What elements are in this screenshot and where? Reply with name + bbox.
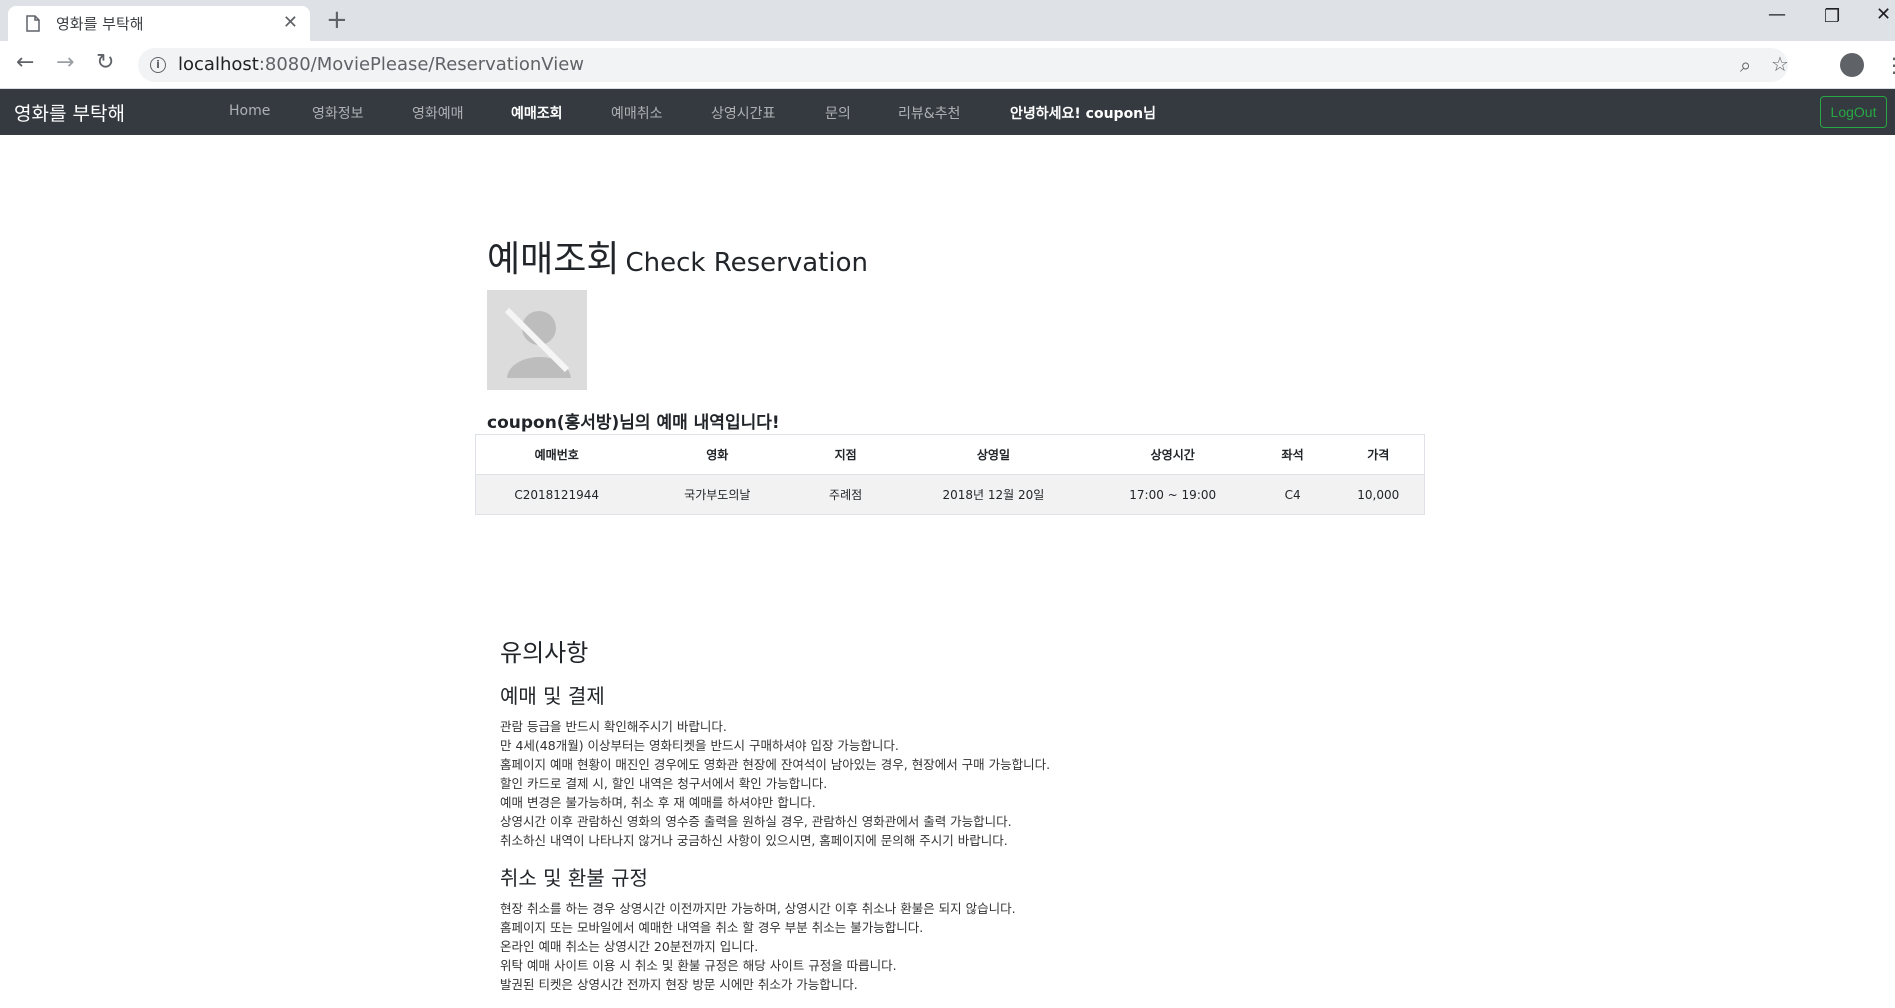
star-icon[interactable]: ☆: [1771, 52, 1789, 76]
site-navbar: 영화를 부탁해 Home 영화정보 영화예매 예매조회 예매취소 상영시간표 문…: [0, 89, 1895, 135]
notice-section: 유의사항 예매 및 결제 관람 등급을 반드시 확인해주시기 바랍니다. 만 4…: [500, 633, 1500, 1006]
notice-title: 유의사항: [500, 639, 589, 667]
info-icon[interactable]: i: [150, 57, 166, 73]
page-title: 예매조회 Check Reservation: [487, 230, 868, 282]
url-path: :8080/MoviePlease/ReservationView: [258, 54, 584, 75]
cell-date: 2018년 12월 20일: [894, 474, 1093, 515]
col-movie: 영화: [637, 434, 798, 475]
page-title-ko: 예매조회: [487, 239, 620, 280]
close-tab-icon[interactable]: ✕: [283, 12, 298, 33]
table-row: C2018121944 국가부도의날 주례점 2018년 12월 20일 17:…: [475, 474, 1425, 515]
forward-icon[interactable]: →: [56, 50, 74, 75]
col-time: 상영시간: [1092, 434, 1253, 475]
profile-icon[interactable]: [1840, 53, 1864, 77]
new-tab-icon[interactable]: +: [326, 6, 348, 34]
cell-seat: C4: [1252, 474, 1333, 515]
col-reservation-no: 예매번호: [475, 434, 638, 475]
avatar-placeholder-icon: [487, 290, 587, 390]
back-icon[interactable]: ←: [16, 50, 34, 75]
nav-check-reservation[interactable]: 예매조회: [511, 103, 563, 123]
browser-tabbar: 영화를 부탁해 ✕ + — ❐ ✕: [0, 0, 1895, 41]
menu-icon[interactable]: ⋮: [1884, 53, 1895, 77]
nav-cancel[interactable]: 예매취소: [611, 103, 663, 123]
notice-refund-block: 취소 및 환불 규정 현장 취소를 하는 경우 상영시간 이전까지만 가능하며,…: [500, 862, 1500, 994]
url-input[interactable]: i localhost:8080/MoviePlease/Reservation…: [138, 48, 1789, 82]
restore-icon[interactable]: ❐: [1824, 6, 1840, 27]
close-window-icon[interactable]: ✕: [1876, 4, 1891, 25]
reload-icon[interactable]: ↻: [96, 50, 114, 75]
notice-line: 위탁 예매 사이트 이용 시 취소 및 환불 규정은 해당 사이트 규정을 따릅…: [500, 958, 897, 973]
page-title-en: Check Reservation: [625, 248, 868, 278]
notice-line: 할인 카드로 결제 시, 할인 내역은 청구서에서 확인 가능합니다.: [500, 776, 828, 791]
notice-line: 만 4세(48개월) 이상부터는 영화티켓을 반드시 구매하셔야 입장 가능합니…: [500, 738, 899, 753]
reservation-table: 예매번호 영화 지점 상영일 상영시간 좌석 가격 C2018121944 국가…: [475, 434, 1425, 515]
notice-line: 발권된 티켓은 상영시간 전까지 현장 방문 시에만 취소가 가능합니다.: [500, 977, 858, 992]
cell-time: 17:00 ~ 19:00: [1092, 474, 1253, 515]
nav-home[interactable]: Home: [229, 103, 270, 119]
zoom-icon[interactable]: ⌕: [1740, 53, 1751, 77]
nav-inquiry[interactable]: 문의: [825, 103, 851, 123]
cell-branch: 주례점: [797, 474, 895, 515]
nav-schedule[interactable]: 상영시간표: [711, 103, 775, 123]
cell-movie: 국가부도의날: [637, 474, 798, 515]
browser-tab[interactable]: 영화를 부탁해 ✕: [8, 6, 310, 41]
cell-reservation-no: C2018121944: [475, 474, 638, 515]
notice-line: 홈페이지 또는 모바일에서 예매한 내역을 취소 할 경우 부분 취소는 불가능…: [500, 920, 924, 935]
cell-price: 10,000: [1332, 474, 1425, 515]
notice-line: 홈페이지 예매 현황이 매진인 경우에도 영화관 현장에 잔여석이 남아있는 경…: [500, 757, 1051, 772]
col-date: 상영일: [894, 434, 1093, 475]
notice-line: 현장 취소를 하는 경우 상영시간 이전까지만 가능하며, 상영시간 이후 취소…: [500, 901, 1016, 916]
col-branch: 지점: [797, 434, 895, 475]
notice-line: 예매 변경은 불가능하며, 취소 후 재 예매를 하셔야만 합니다.: [500, 795, 816, 810]
address-bar: ← → ↻ i localhost:8080/MoviePlease/Reser…: [0, 41, 1895, 89]
user-greeting: 안녕하세요! coupon님: [1010, 106, 1157, 122]
url-host: localhost: [178, 54, 259, 75]
notice-line: 관람 등급을 반드시 확인해주시기 바랍니다.: [500, 719, 727, 734]
reservation-subtitle: coupon(홍서방)님의 예매 내역입니다!: [487, 413, 780, 433]
notice-line: 온라인 예매 취소는 상영시간 20분전까지 입니다.: [500, 939, 759, 954]
notice-booking-heading: 예매 및 결제: [500, 684, 605, 708]
notice-line: 취소하신 내역이 나타나지 않거나 궁금하신 사항이 있으시면, 홈페이지에 문…: [500, 833, 1008, 848]
brand-link[interactable]: 영화를 부탁해: [14, 99, 125, 126]
logout-button[interactable]: LogOut: [1820, 96, 1887, 128]
notice-refund-heading: 취소 및 환불 규정: [500, 866, 648, 890]
nav-booking[interactable]: 영화예매: [412, 103, 464, 123]
table-header-row: 예매번호 영화 지점 상영일 상영시간 좌석 가격: [475, 434, 1425, 475]
col-price: 가격: [1332, 434, 1425, 475]
notice-line: 상영시간 이후 관람하신 영화의 영수증 출력을 원하실 경우, 관람하신 영화…: [500, 814, 1012, 829]
document-icon: [26, 15, 40, 32]
tab-title: 영화를 부탁해: [56, 15, 144, 33]
nav-movie-info[interactable]: 영화정보: [312, 103, 364, 123]
url-text: localhost:8080/MoviePlease/ReservationVi…: [178, 54, 584, 75]
nav-review[interactable]: 리뷰&추천: [898, 103, 960, 123]
minimize-icon[interactable]: —: [1768, 4, 1786, 25]
col-seat: 좌석: [1252, 434, 1333, 475]
notice-booking-block: 예매 및 결제 관람 등급을 반드시 확인해주시기 바랍니다. 만 4세(48개…: [500, 680, 1500, 850]
